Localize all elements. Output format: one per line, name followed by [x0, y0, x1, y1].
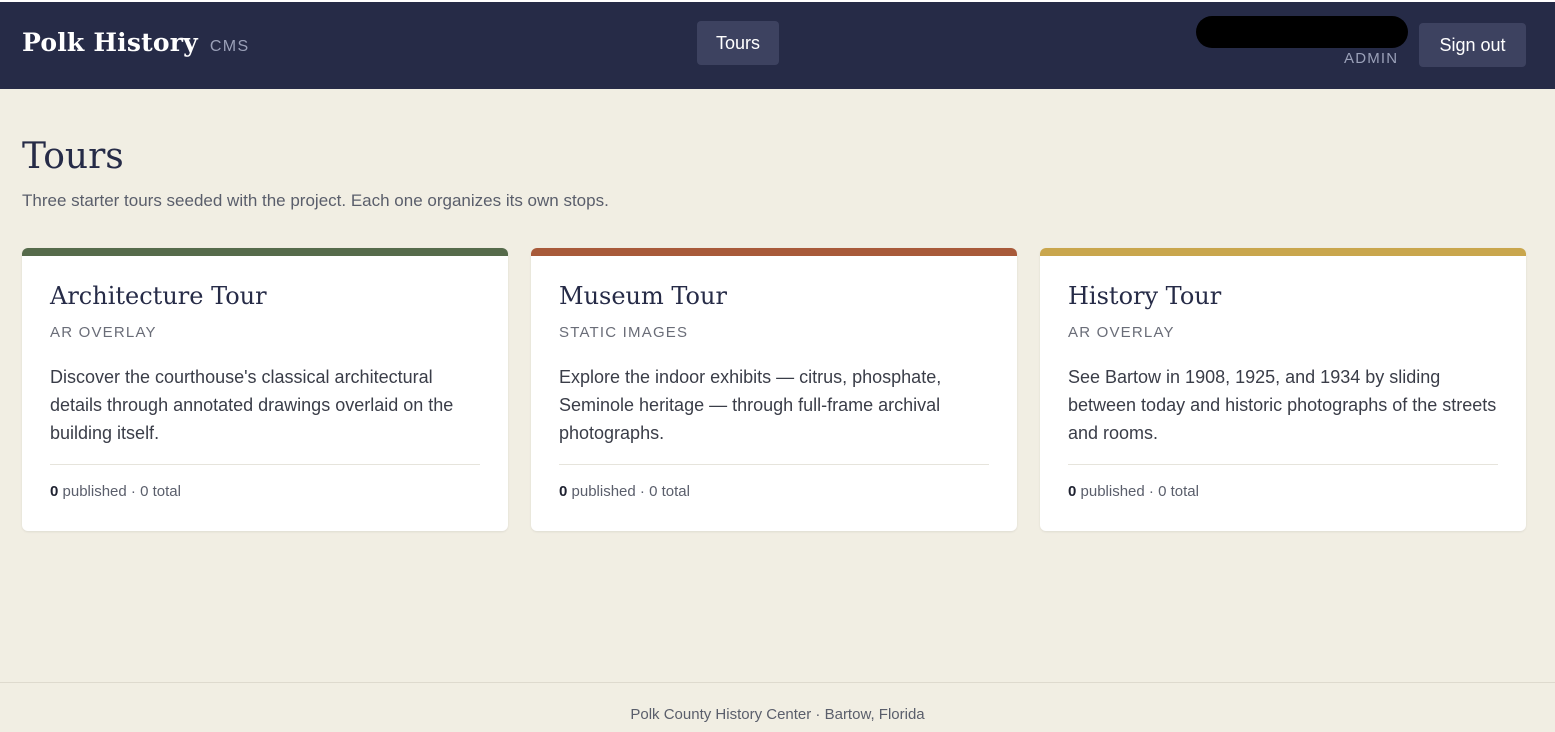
tour-card-architecture[interactable]: Architecture Tour AR OVERLAY Discover th… [22, 248, 508, 531]
footer-text: Polk County History Center · Bartow, Flo… [630, 706, 925, 723]
tour-card-history[interactable]: History Tour AR OVERLAY See Bartow in 19… [1040, 248, 1526, 531]
page-subtitle: Three starter tours seeded with the proj… [22, 191, 609, 210]
user-role-label: ADMIN [1344, 50, 1399, 67]
published-label: published · [58, 483, 141, 500]
tour-card-museum[interactable]: Museum Tour STATIC IMAGES Explore the in… [531, 248, 1017, 531]
tour-type-label: STATIC IMAGES [559, 324, 689, 341]
tour-stats: 0 published · 0 total [559, 483, 690, 500]
tour-description: Discover the courthouse's classical arch… [50, 367, 454, 443]
brand-subtitle: CMS [209, 38, 250, 55]
total-count: 0 total [1158, 483, 1199, 500]
nav-tours-button[interactable]: Tours [697, 21, 779, 65]
tour-title[interactable]: History Tour [1068, 282, 1221, 310]
brand[interactable]: Polk History CMS [22, 28, 250, 57]
page-title: Tours [22, 136, 124, 177]
sign-out-button[interactable]: Sign out [1419, 23, 1526, 67]
published-label: published · [1076, 483, 1159, 500]
published-label: published · [567, 483, 650, 500]
tour-title[interactable]: Museum Tour [559, 282, 727, 310]
top-navigation-bar: Polk History CMS Tours ADMIN Sign out [0, 0, 1555, 89]
tour-description: Explore the indoor exhibits — citrus, ph… [559, 367, 942, 443]
card-divider [559, 464, 989, 465]
redacted-user-name [1196, 16, 1408, 48]
card-divider [50, 464, 480, 465]
card-accent-bar [22, 248, 508, 256]
tour-stats: 0 published · 0 total [50, 483, 181, 500]
tour-stats: 0 published · 0 total [1068, 483, 1199, 500]
tour-type-label: AR OVERLAY [50, 324, 157, 341]
tour-title[interactable]: Architecture Tour [50, 282, 267, 310]
card-accent-bar [531, 248, 1017, 256]
total-count: 0 total [649, 483, 690, 500]
card-accent-bar [1040, 248, 1526, 256]
card-divider [1068, 464, 1498, 465]
total-count: 0 total [140, 483, 181, 500]
tour-type-label: AR OVERLAY [1068, 324, 1175, 341]
page-footer: Polk County History Center · Bartow, Flo… [0, 682, 1555, 732]
tour-description: See Bartow in 1908, 1925, and 1934 by sl… [1068, 367, 1497, 443]
brand-name: Polk History [22, 28, 198, 57]
